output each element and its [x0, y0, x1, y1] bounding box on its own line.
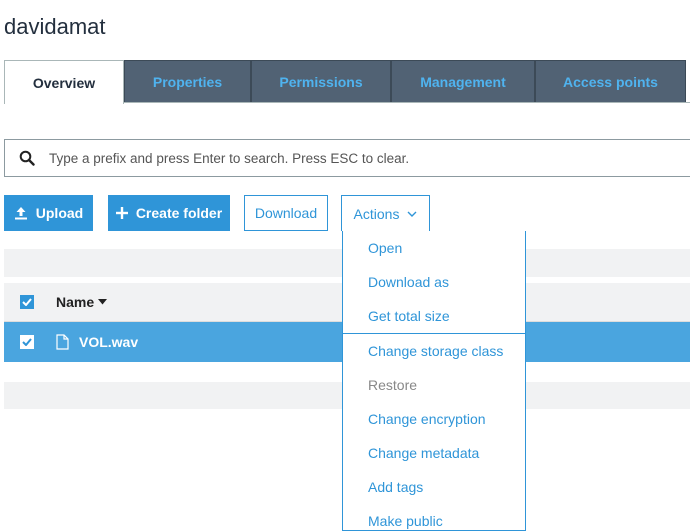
chevron-down-icon	[407, 211, 417, 217]
download-button[interactable]: Download	[244, 195, 328, 231]
actions-dropdown-menu: Open Download as Get total size Change s…	[342, 231, 526, 531]
create-folder-button[interactable]: Create folder	[108, 195, 230, 231]
tab-properties[interactable]: Properties	[124, 60, 251, 103]
row-checkbox[interactable]	[20, 335, 34, 349]
tabs-divider	[124, 102, 690, 103]
tab-overview[interactable]: Overview	[4, 60, 124, 104]
tab-management[interactable]: Management	[391, 60, 535, 103]
select-all-checkbox[interactable]	[20, 295, 34, 309]
search-bar	[4, 139, 690, 177]
plus-icon	[115, 207, 128, 219]
search-input[interactable]	[49, 150, 690, 166]
name-column-header[interactable]: Name	[56, 294, 108, 310]
actions-label: Actions	[353, 205, 400, 222]
menu-item-restore: Restore	[368, 377, 418, 393]
name-column-label: Name	[56, 294, 95, 310]
search-icon	[5, 150, 49, 166]
menu-item-get-total-size[interactable]: Get total size	[343, 299, 525, 333]
sort-down-icon	[98, 299, 108, 305]
menu-item-change-metadata[interactable]: Change metadata	[343, 436, 525, 470]
file-icon	[56, 334, 69, 350]
tab-permissions[interactable]: Permissions	[251, 60, 391, 103]
menu-item-open[interactable]: Open	[343, 231, 525, 265]
upload-button[interactable]: Upload	[4, 195, 93, 231]
tab-bar: Overview Properties Permissions Manageme…	[4, 60, 690, 104]
create-folder-label: Create folder	[135, 205, 223, 221]
upload-icon	[14, 206, 28, 220]
tab-access-points[interactable]: Access points	[535, 60, 686, 103]
menu-item-add-tags[interactable]: Add tags	[343, 470, 525, 504]
menu-item-change-encryption[interactable]: Change encryption	[343, 402, 525, 436]
file-name-link[interactable]: VOL.wav	[79, 334, 138, 350]
upload-label: Upload	[35, 205, 84, 221]
bucket-title: davidamat	[4, 14, 106, 39]
actions-button[interactable]: Actions	[341, 195, 430, 231]
menu-item-change-storage-class[interactable]: Change storage class	[343, 334, 525, 368]
menu-item-download-as[interactable]: Download as	[343, 265, 525, 299]
